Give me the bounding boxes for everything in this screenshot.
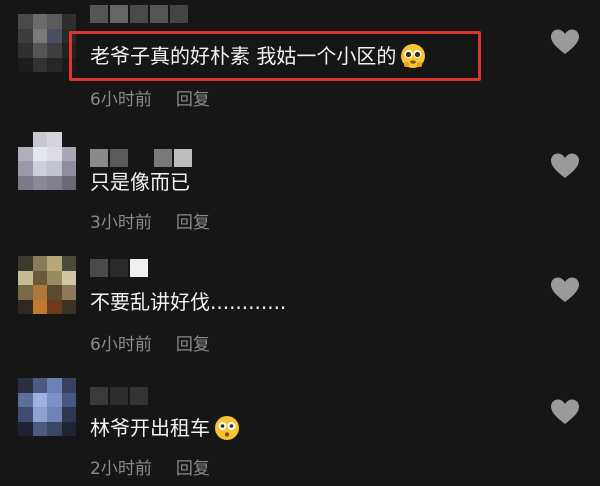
- username[interactable]: [90, 258, 148, 278]
- timestamp: 6小时前: [90, 90, 152, 110]
- comment-item-4: 林爷开出租车 2小时前 回复: [0, 366, 600, 486]
- username[interactable]: [90, 386, 148, 406]
- comment-text: 只是像而已: [90, 170, 190, 194]
- reply-button[interactable]: 回复: [176, 330, 210, 355]
- timestamp: 2小时前: [90, 459, 152, 479]
- avatar[interactable]: [18, 378, 76, 436]
- heart-icon[interactable]: [550, 398, 580, 426]
- comment-meta: 6小时前 回复: [90, 330, 210, 355]
- comment-meta: 3小时前 回复: [90, 208, 210, 233]
- username[interactable]: [90, 4, 188, 24]
- comment-meta: 6小时前 回复: [90, 85, 210, 110]
- heart-icon[interactable]: [550, 276, 580, 304]
- reply-button[interactable]: 回复: [176, 454, 210, 479]
- comment-text: 林爷开出租车: [90, 414, 240, 442]
- reply-button[interactable]: 回复: [176, 208, 210, 233]
- username[interactable]: [90, 148, 192, 168]
- avatar[interactable]: [18, 132, 76, 190]
- highlight-box: [69, 31, 481, 81]
- avatar[interactable]: [18, 256, 76, 314]
- heart-icon[interactable]: [550, 28, 580, 56]
- heart-icon[interactable]: [550, 152, 580, 180]
- comment-item-3: 不要乱讲好伐............ 6小时前 回复: [0, 244, 600, 364]
- comment-item-2: 只是像而已 3小时前 回复: [0, 122, 600, 242]
- comment-text: 不要乱讲好伐............: [90, 290, 287, 314]
- flushed-face-emoji: [215, 416, 239, 440]
- timestamp: 3小时前: [90, 213, 152, 233]
- timestamp: 6小时前: [90, 335, 152, 355]
- reply-button[interactable]: 回复: [176, 85, 210, 110]
- comment-meta: 2小时前 回复: [90, 454, 210, 479]
- avatar[interactable]: [18, 14, 76, 72]
